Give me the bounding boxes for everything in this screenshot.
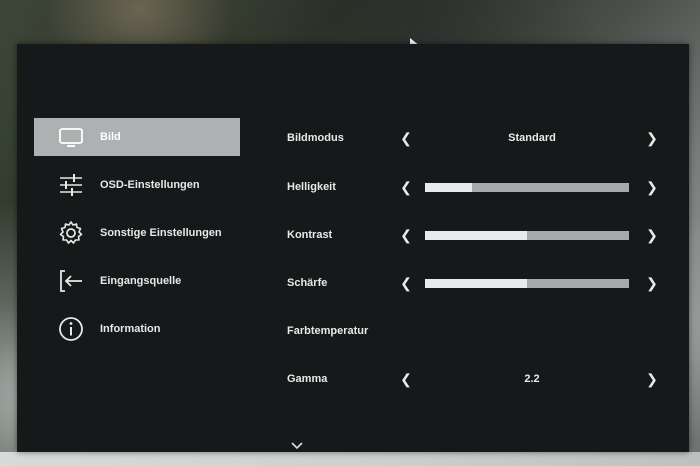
desktop-strip — [0, 452, 700, 466]
setting-row-gamma: Gamma ❮ 2.2 ❯ — [287, 369, 659, 389]
monitor-icon — [56, 122, 86, 152]
sidebar-item-sonstige-einstellungen[interactable]: Sonstige Einstellungen — [34, 214, 240, 252]
chevron-down-icon[interactable] — [289, 438, 305, 454]
setting-row-bildmodus: Bildmodus ❮ Standard ❯ — [287, 128, 659, 148]
slider-fill — [425, 230, 527, 240]
input-source-icon — [56, 266, 86, 296]
sidebar-item-label: Information — [100, 323, 161, 335]
setting-label: Helligkeit — [287, 181, 336, 193]
schaerfe-slider[interactable] — [425, 278, 629, 288]
setting-label: Bildmodus — [287, 132, 344, 144]
sidebar-item-label: Bild — [100, 131, 121, 143]
chevron-right-icon[interactable]: ❯ — [645, 370, 659, 388]
kontrast-slider[interactable] — [425, 230, 629, 240]
sidebar-item-osd-einstellungen[interactable]: OSD-Einstellungen — [34, 166, 240, 204]
setting-row-helligkeit: Helligkeit ❮ ❯ — [287, 177, 659, 197]
gear-icon — [56, 218, 86, 248]
chevron-right-icon[interactable]: ❯ — [645, 178, 659, 196]
setting-label: Kontrast — [287, 229, 333, 241]
sidebar-item-label: Eingangsquelle — [100, 275, 182, 287]
setting-label: Gamma — [287, 373, 328, 385]
sidebar-item-label: Sonstige Einstellungen — [100, 227, 222, 239]
setting-row-kontrast: Kontrast ❮ ❯ — [287, 225, 659, 245]
setting-label: Farbtemperatur — [287, 325, 369, 337]
chevron-left-icon[interactable]: ❮ — [399, 129, 413, 147]
sidebar-item-bild[interactable]: Bild — [34, 118, 240, 156]
chevron-left-icon[interactable]: ❮ — [399, 370, 413, 388]
sidebar-item-eingangsquelle[interactable]: Eingangsquelle — [34, 262, 240, 300]
setting-row-schaerfe: Schärfe ❮ ❯ — [287, 273, 659, 293]
chevron-right-icon[interactable]: ❯ — [645, 129, 659, 147]
setting-value: 2.2 — [524, 373, 540, 385]
slider-fill — [425, 182, 472, 192]
chevron-left-icon[interactable]: ❮ — [399, 178, 413, 196]
sidebar-item-label: OSD-Einstellungen — [100, 179, 200, 191]
sliders-icon — [56, 170, 86, 200]
osd-menu: Bild OSD-Einstellungen Sonstige Einstell… — [17, 44, 689, 452]
sidebar-item-information[interactable]: Information — [34, 310, 240, 348]
setting-value: Standard — [508, 132, 556, 144]
helligkeit-slider[interactable] — [425, 182, 629, 192]
setting-row-farbtemperatur[interactable]: Farbtemperatur — [287, 321, 657, 341]
setting-label: Schärfe — [287, 277, 328, 289]
slider-fill — [425, 278, 527, 288]
info-icon — [56, 314, 86, 344]
chevron-right-icon[interactable]: ❯ — [645, 226, 659, 244]
chevron-right-icon[interactable]: ❯ — [645, 274, 659, 292]
chevron-left-icon[interactable]: ❮ — [399, 274, 413, 292]
chevron-left-icon[interactable]: ❮ — [399, 226, 413, 244]
